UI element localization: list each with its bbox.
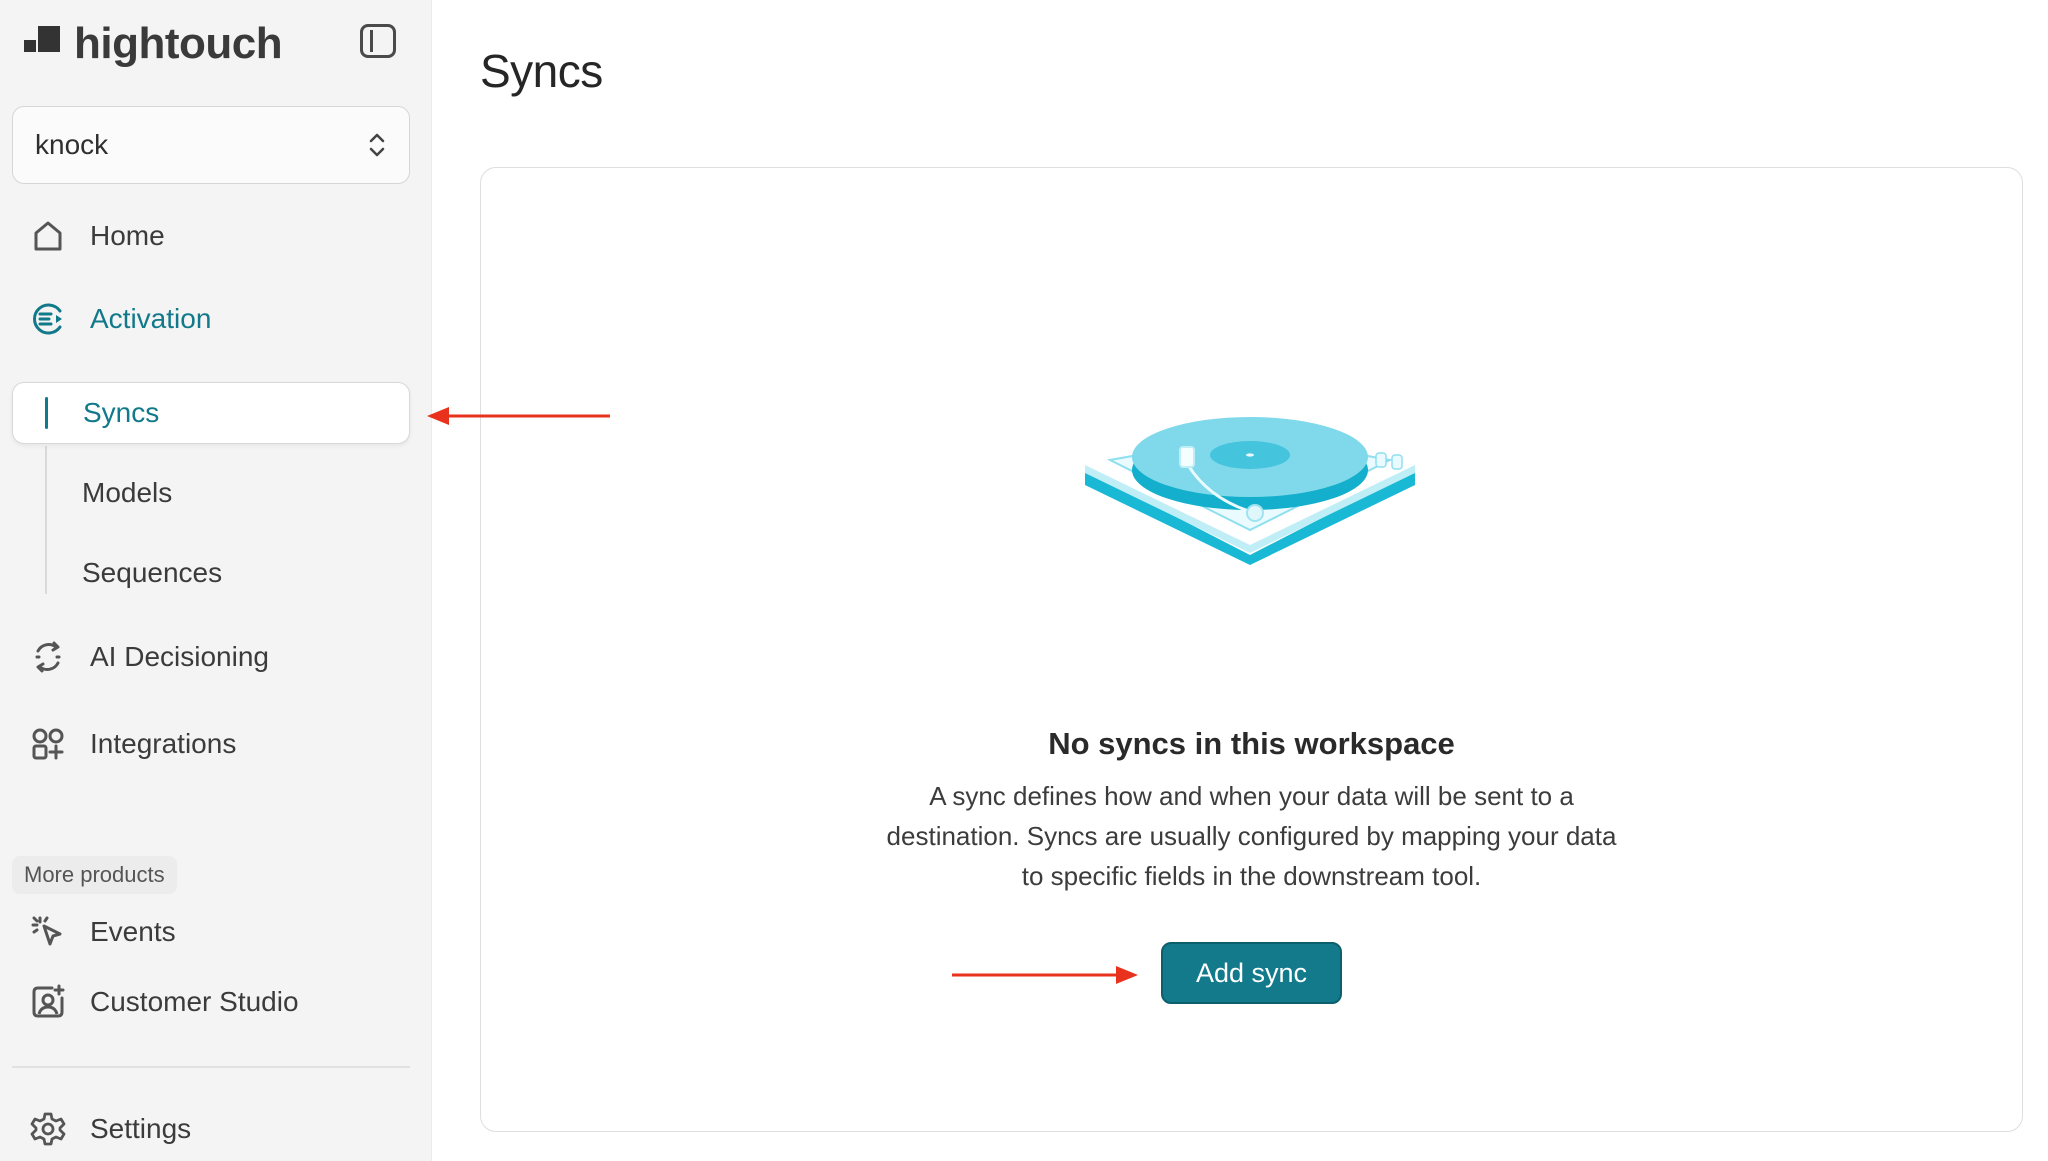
sidebar-item-label: Events (90, 916, 176, 947)
sidebar-item-ai-decisioning[interactable]: AI Decisioning (12, 626, 410, 688)
page-title: Syncs (480, 45, 603, 97)
sidebar-item-label: AI Decisioning (90, 641, 269, 672)
sidebar-divider (12, 1066, 410, 1068)
ai-decisioning-icon (28, 637, 68, 677)
integrations-icon (28, 724, 68, 764)
sidebar-item-label: Models (82, 477, 173, 508)
sidebar-item-label: Activation (90, 303, 212, 334)
more-products-label: More products (12, 856, 177, 894)
hightouch-logo-icon (24, 26, 60, 62)
sidebar-item-settings[interactable]: Settings (12, 1098, 410, 1160)
sidebar-item-integrations[interactable]: Integrations (12, 713, 410, 775)
annotation-arrow-right (952, 966, 1138, 984)
sidebar-item-syncs[interactable]: Syncs (12, 382, 410, 444)
activation-icon (28, 299, 68, 339)
events-icon (28, 912, 68, 952)
sidebar: hightouch knock Home Activation Syncs Mo… (0, 0, 432, 1161)
sidebar-item-label: Settings (90, 1113, 192, 1144)
empty-state-title: No syncs in this workspace (1048, 726, 1455, 761)
brand[interactable]: hightouch (24, 14, 283, 74)
chevron-updown-icon (367, 130, 387, 160)
workspace-selector[interactable]: knock (12, 106, 410, 184)
sidebar-item-customer-studio[interactable]: Customer Studio (12, 971, 410, 1033)
sidebar-item-sequences[interactable]: Sequences (12, 542, 410, 604)
sidebar-item-label: Integrations (90, 728, 237, 759)
sidebar-item-activation[interactable]: Activation (12, 288, 410, 350)
empty-state-description: A sync defines how and when your data wi… (886, 781, 1617, 891)
workspace-name: knock (35, 129, 109, 160)
sidebar-item-events[interactable]: Events (12, 901, 410, 963)
sidebar-item-home[interactable]: Home (12, 205, 410, 267)
sidebar-item-models[interactable]: Models (12, 462, 410, 524)
sidebar-item-label: Home (90, 220, 165, 251)
customer-studio-icon (28, 982, 68, 1022)
sidebar-collapse-icon[interactable] (360, 24, 396, 58)
gear-icon (28, 1109, 68, 1149)
add-sync-button[interactable]: Add sync (1161, 942, 1342, 1004)
sidebar-item-label: Customer Studio (90, 986, 299, 1017)
annotation-arrow-left (427, 407, 610, 425)
brand-name: hightouch (74, 19, 283, 68)
turntable-illustration (1085, 417, 1415, 565)
sidebar-item-label: Sequences (82, 557, 223, 588)
sidebar-item-label: Syncs (83, 397, 160, 428)
home-icon (28, 216, 68, 256)
